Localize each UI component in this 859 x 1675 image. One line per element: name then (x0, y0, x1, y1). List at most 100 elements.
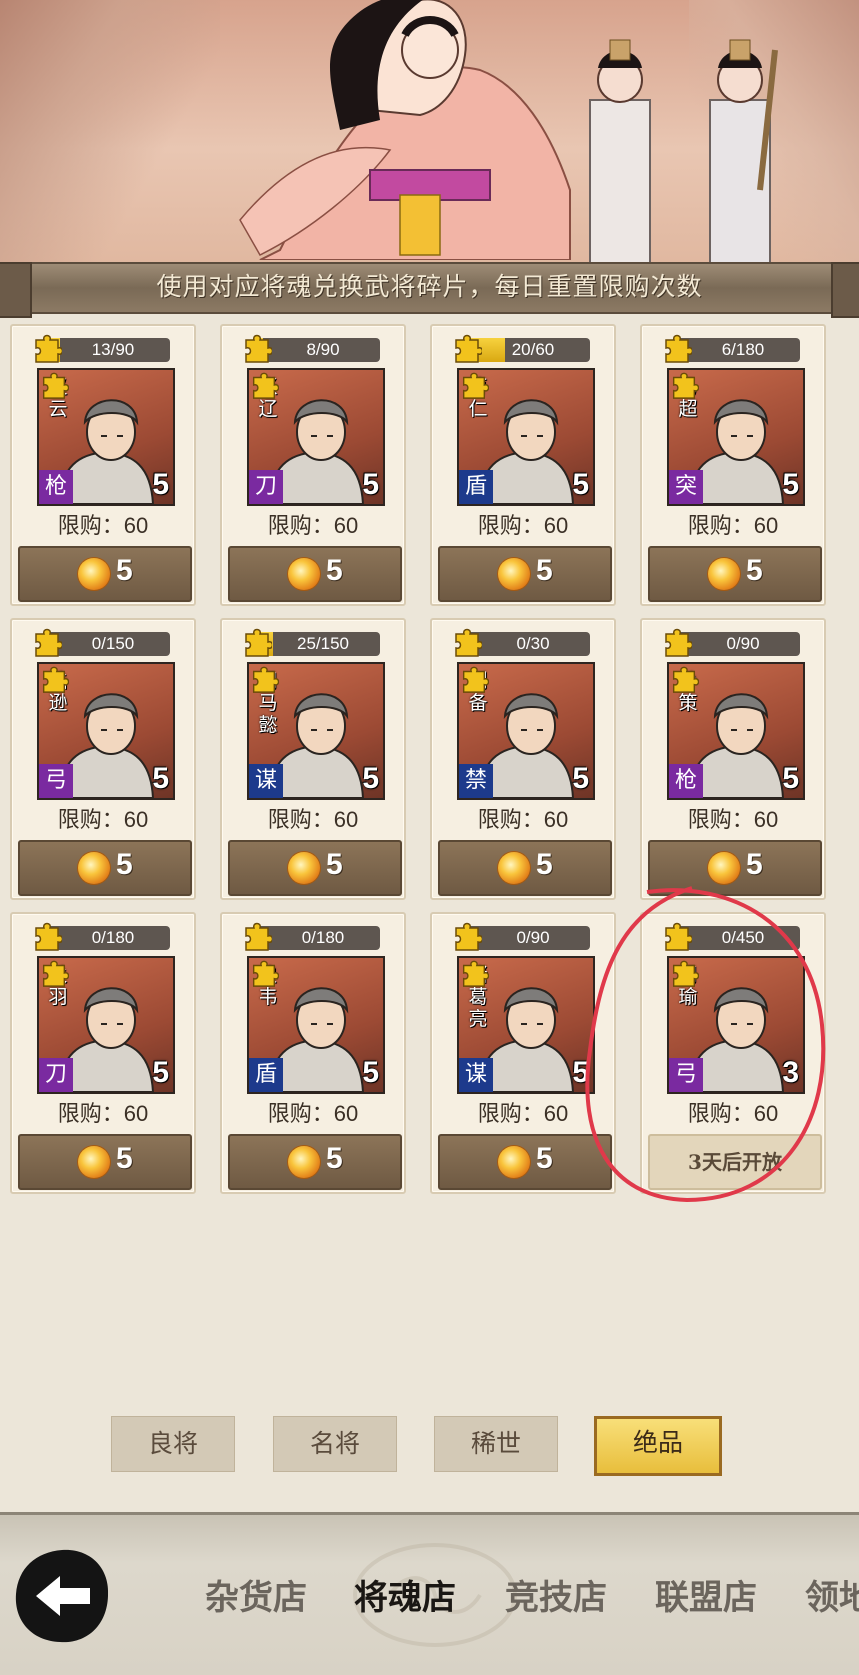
purchase-limit: 限购：60 (687, 1101, 779, 1126)
buy-button[interactable]: 5 (228, 840, 402, 896)
troop-type-badge: 弓 (669, 1058, 703, 1092)
buy-button[interactable]: 5 (18, 546, 192, 602)
notice-text: 使用对应将魂兑换武将碎片，每日重置限购次数 (156, 272, 703, 301)
gold-coin-icon (78, 558, 110, 590)
nav-item-3[interactable]: 联盟店 (655, 1570, 757, 1619)
purchase-limit: 限购：60 (267, 807, 359, 832)
tab-2[interactable]: 稀世 (434, 1416, 558, 1472)
buy-button[interactable]: 5 (438, 1134, 612, 1190)
gold-coin-icon (288, 852, 320, 884)
price-value: 5 (116, 1142, 133, 1175)
fragment-reward-count: 5 (362, 1056, 379, 1089)
hero-portrait[interactable]: 典韦 盾 5 (247, 956, 385, 1094)
hero-card: 0/30 刘备 禁 5 限购：60 5 (430, 618, 616, 900)
puzzle-piece-icon (462, 372, 489, 399)
dancer-illustration (239, 0, 571, 260)
fragment-reward-count: 5 (782, 468, 799, 501)
puzzle-piece-icon (245, 628, 272, 657)
puzzle-piece-icon (665, 922, 692, 951)
buy-button[interactable]: 5 (438, 840, 612, 896)
puzzle-piece-icon (455, 628, 482, 657)
troop-type-badge: 弓 (39, 764, 73, 798)
price-value: 5 (326, 1142, 343, 1175)
hero-portrait[interactable]: 孙策 枪 5 (667, 662, 805, 800)
hero-portrait[interactable]: 关羽 刀 5 (37, 956, 175, 1094)
puzzle-piece-icon (665, 628, 692, 657)
puzzle-piece-icon (455, 922, 482, 951)
nav-item-1[interactable]: 将魂店 (354, 1570, 456, 1619)
tab-0[interactable]: 良将 (111, 1416, 235, 1472)
troop-type-badge: 禁 (459, 764, 493, 798)
nav-item-0[interactable]: 杂货店 (205, 1570, 307, 1619)
buy-button[interactable]: 5 (18, 840, 192, 896)
gold-coin-icon (708, 852, 740, 884)
purchase-limit: 限购：60 (57, 1101, 149, 1126)
troop-type-badge: 谋 (459, 1058, 493, 1092)
hero-card: 20/60 曹仁 盾 5 限购：60 5 (430, 324, 616, 606)
buy-button[interactable]: 5 (228, 546, 402, 602)
buy-button[interactable]: 5 (648, 546, 822, 602)
tab-3[interactable]: 绝品 (594, 1416, 722, 1476)
gold-coin-icon (498, 1146, 530, 1178)
puzzle-piece-icon (462, 666, 489, 693)
troop-type-badge: 刀 (249, 470, 283, 504)
fragment-reward-count: 5 (152, 762, 169, 795)
gold-coin-icon (78, 852, 110, 884)
gold-coin-icon (288, 1146, 320, 1178)
hero-portrait[interactable]: 曹仁 盾 5 (457, 368, 595, 506)
fragment-reward-count: 5 (152, 1056, 169, 1089)
puzzle-piece-icon (252, 372, 279, 399)
purchase-limit: 限购：60 (477, 1101, 569, 1126)
hero-card: 0/90 孙策 枪 5 限购：60 5 (640, 618, 826, 900)
price-value: 5 (116, 554, 133, 587)
hero-card: 8/90 张辽 刀 5 限购：60 5 (220, 324, 406, 606)
hero-card: 0/180 关羽 刀 5 限购：60 5 (10, 912, 196, 1194)
purchase-limit: 限购：60 (687, 807, 779, 832)
buy-button[interactable]: 5 (228, 1134, 402, 1190)
hero-portrait[interactable]: 赵云 枪 5 (37, 368, 175, 506)
puzzle-piece-icon (245, 922, 272, 951)
puzzle-piece-icon (252, 960, 279, 987)
price-value: 5 (536, 1142, 553, 1175)
troop-type-badge: 突 (669, 470, 703, 504)
musician-illustration (709, 39, 778, 270)
purchase-limit: 限购：60 (477, 807, 569, 832)
tab-1[interactable]: 名将 (273, 1416, 397, 1472)
hero-portrait[interactable]: 张辽 刀 5 (247, 368, 385, 506)
nav-item-4[interactable]: 领地 (805, 1570, 859, 1619)
puzzle-piece-icon (455, 334, 482, 363)
hero-portrait[interactable]: 马超 突 5 (667, 368, 805, 506)
hero-portrait[interactable]: 司马懿 谋 5 (247, 662, 385, 800)
buy-button[interactable]: 5 (438, 546, 612, 602)
gold-coin-icon (708, 558, 740, 590)
purchase-limit: 限购：60 (57, 513, 149, 538)
fragment-reward-count: 5 (572, 1056, 589, 1089)
banner-artwork (0, 0, 859, 270)
puzzle-piece-icon (42, 666, 69, 693)
hero-card: 0/90 诸葛亮 谋 5 限购：60 5 (430, 912, 616, 1194)
puzzle-piece-icon (672, 372, 699, 399)
purchase-limit: 限购：60 (687, 513, 779, 538)
hero-card: 0/150 陆逊 弓 5 限购：60 5 (10, 618, 196, 900)
buy-button[interactable]: 5 (18, 1134, 192, 1190)
puzzle-piece-icon (35, 922, 62, 951)
gold-coin-icon (498, 852, 530, 884)
hero-portrait[interactable]: 周瑜 弓 3 (667, 956, 805, 1094)
troop-type-badge: 枪 (669, 764, 703, 798)
hero-card: 25/150 司马懿 谋 5 限购：60 5 (220, 618, 406, 900)
nav-item-2[interactable]: 竞技店 (505, 1570, 607, 1619)
purchase-limit: 限购：60 (477, 513, 569, 538)
puzzle-piece-icon (462, 960, 489, 987)
buy-button[interactable]: 5 (648, 840, 822, 896)
price-value: 5 (326, 554, 343, 587)
hero-portrait[interactable]: 诸葛亮 谋 5 (457, 956, 595, 1094)
hero-portrait[interactable]: 刘备 禁 5 (457, 662, 595, 800)
fragment-reward-count: 5 (782, 762, 799, 795)
hero-portrait[interactable]: 陆逊 弓 5 (37, 662, 175, 800)
back-arrow-icon[interactable] (12, 1546, 112, 1646)
puzzle-piece-icon (672, 960, 699, 987)
puzzle-piece-icon (672, 666, 699, 693)
gold-coin-icon (498, 558, 530, 590)
puzzle-piece-icon (42, 960, 69, 987)
price-value: 5 (116, 848, 133, 881)
